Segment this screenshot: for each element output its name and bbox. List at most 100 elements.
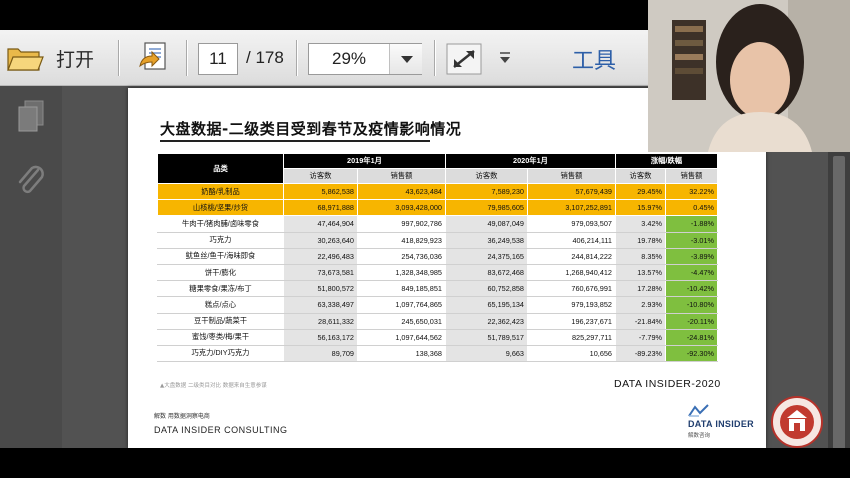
- category-cell: 牛肉干/猪肉脯/卤味零食: [157, 215, 284, 233]
- footer-company: DATA INSIDER CONSULTING: [154, 425, 288, 435]
- sales-change-cell: 32.22%: [665, 182, 718, 201]
- chevron-down-icon[interactable]: [389, 44, 422, 74]
- visitors-change-cell: 19.78%: [615, 231, 666, 249]
- sales-2019-cell: 418,829,923: [357, 231, 446, 249]
- visitors-2019-cell: 56,163,172: [283, 328, 358, 346]
- sales-2020-cell: 979,193,852: [527, 296, 616, 314]
- visitors-change-cell: -89.23%: [615, 344, 666, 363]
- category-cell: 巧克力: [157, 231, 284, 249]
- logo-mark-icon: [688, 404, 709, 417]
- zoom-select[interactable]: 29%: [308, 43, 422, 75]
- table-row: 牛肉干/猪肉脯/卤味零食 47,464,904 997,902,786 49,087,…: [157, 215, 718, 233]
- open-button[interactable]: 打开: [6, 40, 106, 76]
- visitors-2020-cell: 60,752,858: [445, 280, 528, 298]
- visitors-change-cell: 17.28%: [615, 280, 666, 298]
- visitors-2020-cell: 49,087,049: [445, 215, 528, 233]
- visitors-2020-cell: 79,985,605: [445, 199, 528, 217]
- webcam-overlay: [648, 0, 850, 152]
- more-button[interactable]: [498, 50, 512, 66]
- export-icon: [139, 42, 166, 70]
- sales-2020-cell: 1,268,940,412: [527, 263, 616, 282]
- sales-2020-cell: 57,679,439: [527, 182, 616, 201]
- sales-2020-cell: 760,676,991: [527, 280, 616, 298]
- sales-change-cell: -92.30%: [665, 344, 718, 363]
- visitors-2019-cell: 51,800,572: [283, 280, 358, 298]
- sales-2019-cell: 1,328,348,985: [357, 263, 446, 282]
- table-row: 饼干/膨化 73,673,581 1,328,348,985 83,672,468 1,…: [157, 263, 718, 282]
- sales-change-cell: 0.45%: [665, 199, 718, 217]
- category-cell: 豆干制品/蔬菜干: [157, 312, 284, 330]
- sales-2019-cell: 849,185,851: [357, 280, 446, 298]
- sales-2019-cell: 3,093,428,000: [357, 199, 446, 217]
- visitors-2019-cell: 22,496,483: [283, 247, 358, 265]
- subheader-sales: 销售额: [357, 168, 446, 184]
- toolbar-divider: [186, 40, 187, 76]
- subheader-sales: 销售额: [665, 168, 718, 184]
- sales-change-cell: -10.80%: [665, 296, 718, 314]
- header-change: 涨幅/跌幅: [615, 153, 718, 169]
- toolbar-divider: [434, 40, 435, 76]
- visitors-2020-cell: 7,589,230: [445, 182, 528, 201]
- sales-2019-cell: 997,902,786: [357, 215, 446, 233]
- logo-cn-text: 解数咨询: [688, 433, 711, 439]
- visitors-change-cell: 15.97%: [615, 199, 666, 217]
- table-row: 糕点/点心 63,338,497 1,097,764,865 65,195,134 97…: [157, 296, 718, 314]
- sales-2020-cell: 979,093,507: [527, 215, 616, 233]
- navigation-panel: [0, 86, 62, 448]
- visitors-2020-cell: 36,249,538: [445, 231, 528, 249]
- visitors-2019-cell: 68,971,888: [283, 199, 358, 217]
- category-cell: 糖果零食/果冻/布丁: [157, 280, 284, 298]
- logo-text: DATA INSIDER: [688, 419, 754, 429]
- visitors-2019-cell: 5,862,538: [283, 182, 358, 201]
- sales-2020-cell: 406,214,111: [527, 231, 616, 249]
- category-cell: 鱿鱼丝/鱼干/海味即食: [157, 247, 284, 265]
- visitors-change-cell: 2.93%: [615, 296, 666, 314]
- visitors-2020-cell: 51,789,517: [445, 328, 528, 346]
- table-row: 糖果零食/果冻/布丁 51,800,572 849,185,851 60,752,85…: [157, 280, 718, 298]
- open-label: 打开: [56, 48, 95, 71]
- data-table: 品类 2019年1月 2020年1月 涨幅/跌幅 访客数 销售额 访客数 销售额…: [157, 153, 718, 363]
- seal-icon: [771, 396, 823, 448]
- table-body: 奶酪/乳制品 5,862,538 43,623,484 7,589,230 57,679…: [157, 182, 718, 363]
- sales-2020-cell: 825,297,711: [527, 328, 616, 346]
- sales-2019-cell: 138,368: [357, 344, 446, 363]
- subheader-sales: 销售额: [527, 168, 616, 184]
- paperclip-icon[interactable]: [14, 162, 48, 198]
- table-row: 巧克力/DIY巧克力 89,709 138,368 9,663 10,656 -89.23…: [157, 344, 718, 363]
- visitors-2019-cell: 63,338,497: [283, 296, 358, 314]
- category-cell: 蜜饯/枣类/梅/果干: [157, 328, 284, 346]
- export-button[interactable]: [136, 40, 172, 76]
- category-cell: 巧克力/DIY巧克力: [157, 344, 284, 363]
- fullscreen-button[interactable]: [446, 43, 482, 75]
- pages-icon[interactable]: [17, 100, 45, 132]
- scrollbar-thumb[interactable]: [833, 156, 845, 456]
- folder-open-icon: [7, 48, 44, 71]
- category-cell: 山核桃/坚果/炒货: [157, 199, 284, 217]
- tools-button[interactable]: 工具: [572, 43, 616, 75]
- sales-change-cell: -3.89%: [665, 247, 718, 265]
- brand-label: DATA INSIDER-2020: [614, 378, 721, 390]
- page-number-input[interactable]: 11: [198, 43, 238, 75]
- sales-2019-cell: 1,097,764,865: [357, 296, 446, 314]
- sales-2019-cell: 245,650,031: [357, 312, 446, 330]
- visitors-2020-cell: 24,375,165: [445, 247, 528, 265]
- header-2020: 2020年1月: [445, 153, 616, 169]
- sales-2020-cell: 10,656: [527, 344, 616, 363]
- visitors-2020-cell: 22,362,423: [445, 312, 528, 330]
- footer-tagline: 解数 用数据洞察电商: [154, 413, 210, 420]
- subheader-visitors: 访客数: [615, 168, 666, 184]
- sales-change-cell: -3.01%: [665, 231, 718, 249]
- sales-change-cell: -4.47%: [665, 263, 718, 282]
- visitors-2020-cell: 9,663: [445, 344, 528, 363]
- table-row: 鱿鱼丝/鱼干/海味即食 22,496,483 254,736,036 24,375,1…: [157, 247, 718, 265]
- category-cell: 糕点/点心: [157, 296, 284, 314]
- category-cell: 奶酪/乳制品: [157, 182, 284, 201]
- table-row: 山核桃/坚果/炒货 68,971,888 3,093,428,000 79,985,6…: [157, 199, 718, 217]
- subheader-visitors: 访客数: [445, 168, 528, 184]
- visitors-change-cell: 8.35%: [615, 247, 666, 265]
- footnote: ▲大盘数据 二级类目对比 数据来自生意参谋: [160, 383, 267, 389]
- visitors-change-cell: 29.45%: [615, 182, 666, 201]
- sales-change-cell: -24.81%: [665, 328, 718, 346]
- sales-2019-cell: 254,736,036: [357, 247, 446, 265]
- more-icon: [500, 52, 510, 63]
